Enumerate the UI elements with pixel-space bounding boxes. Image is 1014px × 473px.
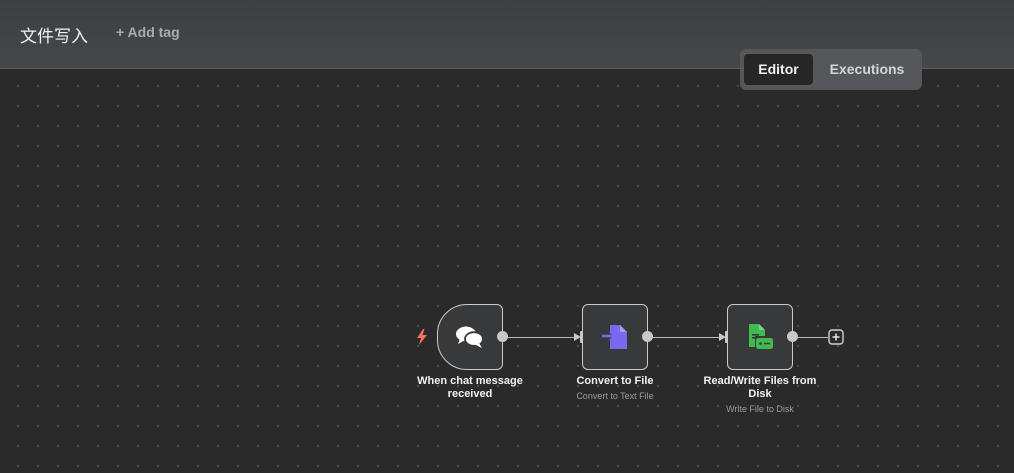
node-chat-trigger[interactable] bbox=[437, 304, 503, 370]
add-tag-button[interactable]: + Add tag bbox=[116, 24, 180, 40]
node-convert-label: Convert to File bbox=[576, 375, 654, 387]
node-disk-subtitle: Write File to Disk bbox=[726, 404, 794, 414]
connection-line bbox=[652, 337, 720, 338]
node-chat-trigger-label: When chat message received bbox=[417, 375, 523, 400]
node-disk-label: Read/Write Files from Disk bbox=[703, 375, 817, 400]
add-node-plus-icon[interactable] bbox=[828, 329, 844, 345]
connection-line bbox=[507, 337, 575, 338]
tab-executions[interactable]: Executions bbox=[817, 54, 917, 85]
view-tabs: Editor Executions bbox=[740, 49, 922, 90]
connection-line bbox=[797, 337, 828, 338]
workflow-canvas[interactable] bbox=[0, 70, 1014, 473]
workflow-name[interactable]: 文件写入 bbox=[20, 22, 88, 47]
disk-file-icon bbox=[749, 324, 773, 349]
node-convert-to-file[interactable] bbox=[582, 304, 648, 370]
chat-bubbles-icon bbox=[456, 326, 484, 348]
tab-editor[interactable]: Editor bbox=[744, 54, 813, 85]
node-convert-subtitle: Convert to Text File bbox=[576, 391, 654, 401]
convert-file-icon bbox=[602, 325, 627, 349]
node-read-write-disk[interactable] bbox=[727, 304, 793, 370]
trigger-bolt-icon bbox=[417, 329, 427, 345]
